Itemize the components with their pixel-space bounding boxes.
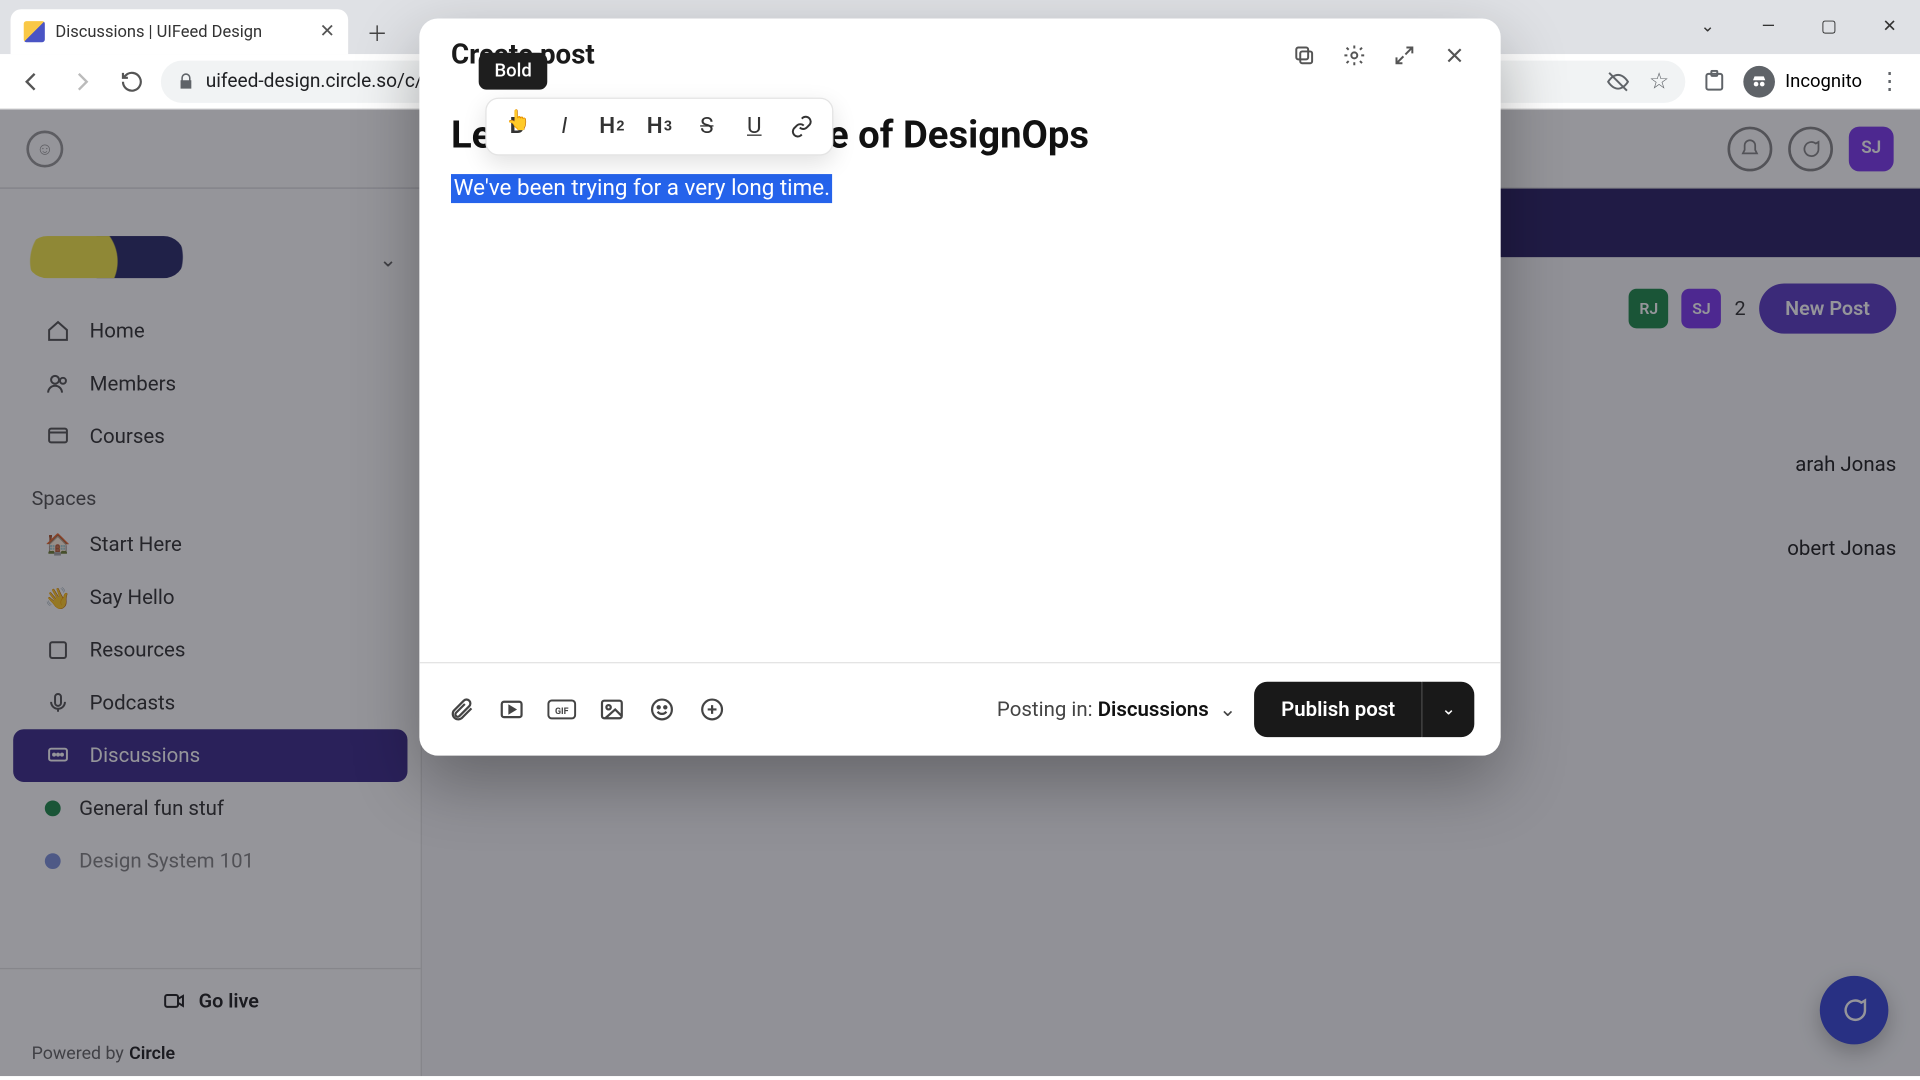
window-maximize-icon[interactable]: ▢ xyxy=(1799,0,1860,53)
format-italic-button[interactable]: I xyxy=(542,104,587,149)
nav-back-icon[interactable] xyxy=(11,60,53,102)
tab-title: Discussions | UIFeed Design xyxy=(55,22,262,42)
browser-menu-icon[interactable]: ⋮ xyxy=(1870,67,1910,95)
browser-tab[interactable]: Discussions | UIFeed Design ✕ xyxy=(11,9,349,54)
tabsearch-caret-icon[interactable]: ⌄ xyxy=(1677,0,1738,53)
reload-icon[interactable] xyxy=(111,60,153,102)
format-underline-button[interactable]: U xyxy=(732,104,777,149)
svg-text:GIF: GIF xyxy=(555,707,569,717)
format-h3-button[interactable]: H3 xyxy=(637,104,682,149)
tab-favicon xyxy=(24,21,45,42)
selected-text: We've been trying for a very long time. xyxy=(451,174,833,203)
extensions-icon[interactable] xyxy=(1693,60,1735,102)
format-link-button[interactable] xyxy=(779,104,824,149)
video-embed-icon[interactable] xyxy=(496,694,528,726)
gear-icon[interactable] xyxy=(1340,41,1369,70)
close-icon[interactable] xyxy=(1440,41,1469,70)
publish-post-button[interactable]: Publish post xyxy=(1255,682,1422,737)
attachment-icon[interactable] xyxy=(446,694,478,726)
link-icon xyxy=(790,115,814,139)
add-more-icon[interactable] xyxy=(696,694,728,726)
copy-icon[interactable] xyxy=(1290,41,1319,70)
format-strike-button[interactable]: S xyxy=(684,104,729,149)
format-toolbar: B I H2 H3 S U xyxy=(485,98,833,156)
tooltip-bold: Bold xyxy=(479,53,548,90)
gif-icon[interactable]: GIF xyxy=(546,694,578,726)
bookmark-star-icon[interactable]: ☆ xyxy=(1649,68,1669,94)
format-bold-button[interactable]: B xyxy=(495,104,540,149)
expand-icon[interactable] xyxy=(1390,41,1419,70)
posting-in-selector[interactable]: Posting in: Discussions ⌄ xyxy=(997,698,1236,722)
tab-close-icon[interactable]: ✕ xyxy=(319,21,334,42)
window-minimize-icon[interactable]: — xyxy=(1738,0,1799,53)
post-body-editor[interactable]: We've been trying for a very long time. xyxy=(451,171,1469,207)
new-tab-button[interactable]: ＋ xyxy=(359,13,396,50)
chevron-down-icon: ⌄ xyxy=(1441,700,1456,720)
emoji-icon[interactable] xyxy=(646,694,678,726)
incognito-icon xyxy=(1743,65,1775,97)
format-h2-button[interactable]: H2 xyxy=(589,104,634,149)
incognito-chip[interactable]: Incognito xyxy=(1743,65,1862,97)
nav-forward-icon[interactable] xyxy=(61,60,103,102)
publish-options-button[interactable]: ⌄ xyxy=(1422,682,1475,737)
image-icon[interactable] xyxy=(596,694,628,726)
chevron-down-icon: ⌄ xyxy=(1219,698,1236,722)
incognito-label: Incognito xyxy=(1785,71,1862,92)
lock-icon xyxy=(177,72,195,90)
window-close-icon[interactable]: ✕ xyxy=(1859,0,1920,53)
eye-off-icon[interactable] xyxy=(1607,69,1631,93)
